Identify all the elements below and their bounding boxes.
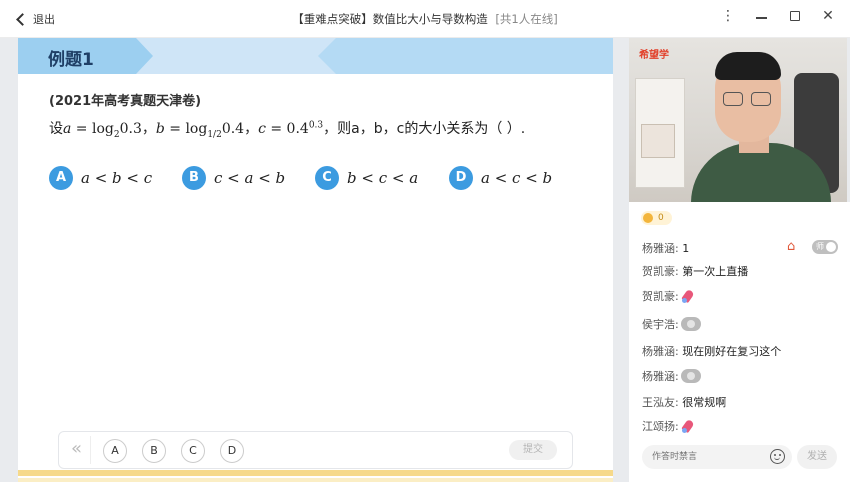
stem-eq2: = log [164,121,208,137]
brand-logo: 希望学 [639,50,669,61]
option-d-badge: D [449,166,473,190]
chat-user: 江颂扬: [642,420,679,433]
minimize-icon [755,17,767,19]
option-b[interactable]: B c < a < b [182,166,285,190]
chat-text: 很常规啊 [682,396,727,409]
chat-text: 第一次上直播 [682,265,749,278]
chat-message: 王泓友: 很常规啊 [642,394,726,410]
chat-user: 杨雅涵: [642,242,679,255]
answer-bar: « A B C D 提交 [58,431,573,469]
option-a-badge: A [49,166,73,190]
stem-sep1: ， [141,121,156,137]
stem-var-b: b [155,121,165,137]
monkey-emoji-icon [680,317,701,331]
video-poster [641,124,675,158]
chat-user: 王泓友: [642,396,679,409]
option-c-text: b < c < a [347,169,419,187]
collapse-icon[interactable]: « [63,436,91,464]
chat-user: 杨雅涵: [642,345,679,358]
teacher-only-icon[interactable]: ⌂ [787,240,801,254]
submit-button[interactable]: 提交 [509,440,557,460]
close-button[interactable]: ✕ [818,8,838,24]
more-menu-icon[interactable]: ⋮ [718,8,738,24]
chat-text: 1 [682,241,690,255]
stem-sep2: ， [244,121,259,137]
stem-tail: ，则a，b，c的大小关系为（ ）. [323,121,526,137]
question-tag-label: 例题1 [48,50,94,70]
middle-gutter [613,38,629,482]
left-gutter [0,38,18,482]
chat-user: 贺凯豪: [642,290,679,303]
teacher-only-toggle[interactable]: 师 [812,240,838,254]
lesson-title: 【重难点突破】数值比大小与导数构造 [292,12,488,26]
title-bar: 退出 【重难点突破】数值比大小与导数构造 [共1人在线] ⋮ ✕ [0,0,850,38]
option-a-text: a < b < c [81,169,153,187]
progress-bar [18,470,613,476]
chat-panel: 0 ⌂ 师 杨雅涵: 1 贺凯豪: 第一次上直播 贺凯豪: 侯宇浩: 杨雅涵: … [629,202,850,482]
glasses-left [723,92,743,106]
answer-choice-b[interactable]: B [142,439,166,463]
chat-message: 贺凯豪: 第一次上直播 [642,263,748,279]
progress-track [18,478,613,482]
chat-message: 杨雅涵: 1 [642,240,689,256]
option-b-badge: B [182,166,206,190]
monkey-emoji-icon [680,369,701,383]
stem-val1: 0.3 [119,121,142,137]
stem-base2: 1/2 [207,129,222,140]
minimize-button[interactable] [751,8,771,19]
answer-choice-d[interactable]: D [220,439,244,463]
teacher-video: 希望学 [629,38,847,202]
chat-user: 杨雅涵: [642,370,679,383]
option-d[interactable]: D a < c < b [449,166,552,190]
question-header: 例题1 [18,38,613,74]
stem-val2: 0.4 [221,121,245,137]
maximize-icon [790,11,800,21]
chat-message: 贺凯豪: [642,288,696,304]
teacher-toggle-label: 师 [816,242,824,251]
chat-text: 现在刚好在复习这个 [682,345,782,358]
chat-message: 杨雅涵: [642,368,701,384]
likes-count: 0 [658,213,664,223]
question-source: (2021年高考真题天津卷) [49,94,202,109]
chat-input[interactable] [652,449,762,465]
question-tag: 例题1 [18,38,153,74]
glasses-right [751,92,771,106]
answer-choice-a[interactable]: A [103,439,127,463]
option-a[interactable]: A a < b < c [49,166,152,190]
question-panel: 例题1 (2021年高考真题天津卷) 设a = log20.3，b = log1… [18,38,613,482]
rocket-emoji-icon [681,418,696,434]
stem-eq3: = 0.4 [265,121,309,137]
answer-choice-c[interactable]: C [181,439,205,463]
header-decoration [318,38,613,74]
maximize-button[interactable] [785,8,805,21]
option-c[interactable]: C b < c < a [315,166,418,190]
stem-exp3: 0.3 [308,120,324,131]
teacher-hair [715,52,781,80]
chat-input-wrapper [642,445,792,469]
option-d-text: a < c < b [481,169,553,187]
coin-icon [643,213,653,223]
chat-user: 侯宇浩: [642,318,679,331]
chat-message: 侯宇浩: [642,316,701,332]
stem-eq1: = log [71,121,114,137]
toggle-knob [826,242,836,252]
chat-user: 贺凯豪: [642,265,679,278]
question-stem: 设a = log20.3，b = log1/20.4，c = 0.40.3，则a… [49,118,526,140]
rocket-emoji-icon [681,288,696,304]
options-row: A a < b < c B c < a < b C b < c < a D a … [49,166,589,192]
stem-var-c: c [258,121,266,137]
option-c-badge: C [315,166,339,190]
option-b-text: c < a < b [214,169,286,187]
emoji-picker-icon[interactable] [770,449,785,464]
stem-prefix: 设 [49,121,63,137]
chat-message: 杨雅涵: 现在刚好在复习这个 [642,343,781,359]
online-count: [共1人在线] [495,12,558,26]
chat-message: 江颂扬: [642,418,696,434]
send-button[interactable]: 发送 [797,445,837,469]
likes-counter[interactable]: 0 [641,211,672,225]
